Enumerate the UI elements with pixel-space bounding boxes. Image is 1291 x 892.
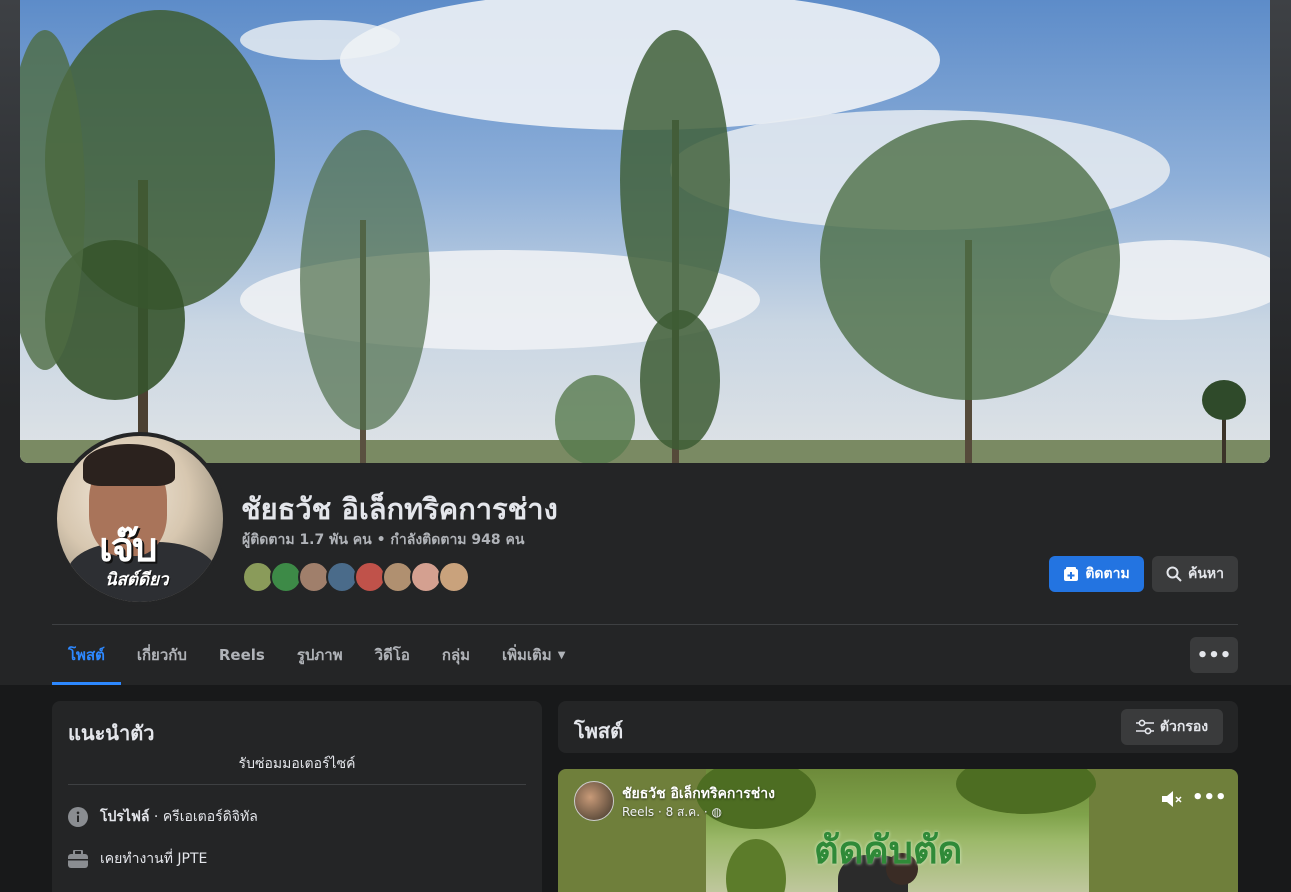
more-options-button[interactable]: ••• bbox=[1190, 637, 1238, 673]
tab-posts[interactable]: โพสต์ bbox=[52, 625, 121, 685]
posts-header-card: โพสต์ ตัวกรอง bbox=[558, 701, 1238, 753]
post-author-avatar[interactable] bbox=[574, 781, 614, 821]
post-author-name[interactable]: ชัยธวัช อิเล็กทริคการช่าง bbox=[622, 783, 775, 805]
post-meta: Reels · 8 ส.ค. · ◍ bbox=[622, 803, 722, 822]
tab-more[interactable]: เพิ่มเติม ▼ bbox=[486, 625, 581, 685]
search-button-label: ค้นหา bbox=[1187, 566, 1225, 582]
follow-plus-icon bbox=[1064, 567, 1079, 581]
globe-icon: ◍ bbox=[711, 805, 722, 819]
filter-sliders-icon bbox=[1135, 719, 1154, 735]
intro-work-text[interactable]: เคยทำงานที่ JPTE bbox=[100, 848, 207, 870]
media-bush bbox=[956, 769, 1096, 814]
reel-overlay-text: ตัดคับตัด bbox=[814, 828, 963, 872]
post-meta-text[interactable]: Reels · 8 ส.ค. · bbox=[622, 805, 711, 819]
tab-about[interactable]: เกี่ยวกับ bbox=[121, 625, 203, 685]
post-options-button[interactable]: ••• bbox=[1192, 787, 1227, 808]
tab-reels[interactable]: Reels bbox=[203, 625, 281, 685]
reel-post[interactable]: ตัดคับตัด ชัยธวัช อิเล็กทริคการช่าง Reel… bbox=[558, 769, 1238, 892]
mute-icon[interactable] bbox=[1161, 789, 1183, 809]
filter-button[interactable]: ตัวกรอง bbox=[1121, 709, 1223, 745]
media-bush bbox=[726, 839, 786, 892]
mutual-friends-avatars bbox=[242, 561, 470, 593]
briefcase-icon bbox=[68, 849, 88, 869]
intro-profile-row: โปรไฟล์ · ครีเอเตอร์ดิจิทัล bbox=[68, 806, 258, 828]
tab-groups[interactable]: กลุ่ม bbox=[426, 625, 486, 685]
intro-divider bbox=[68, 784, 526, 785]
avatar-hair bbox=[83, 444, 175, 486]
search-button[interactable]: ค้นหา bbox=[1152, 556, 1238, 592]
cover-photo[interactable] bbox=[20, 0, 1270, 463]
filter-button-label: ตัวกรอง bbox=[1159, 719, 1209, 735]
search-icon bbox=[1166, 566, 1182, 582]
intro-card: แนะนำตัว รับซ่อมมอเตอร์ไซค์ โปรไฟล์ · คร… bbox=[52, 701, 542, 892]
profile-follower-stats[interactable]: ผู้ติดตาม 1.7 พัน คน • กำลังติดตาม 948 ค… bbox=[242, 529, 524, 551]
intro-profile-label: โปรไฟล์ bbox=[100, 809, 150, 825]
intro-profile-category: · ครีเอเตอร์ดิจิทัล bbox=[149, 809, 258, 825]
friend-avatar[interactable] bbox=[438, 561, 470, 593]
follow-button-label: ติดตาม bbox=[1085, 566, 1130, 582]
intro-title: แนะนำตัว bbox=[68, 721, 155, 745]
follow-button[interactable]: ติดตาม bbox=[1049, 556, 1144, 592]
intro-bio: รับซ่อมมอเตอร์ไซค์ bbox=[238, 756, 356, 772]
avatar-logo-subtext: นิสต์ดียว bbox=[105, 570, 169, 590]
posts-title: โพสต์ bbox=[574, 719, 624, 743]
tab-photos[interactable]: รูปภาพ bbox=[281, 625, 359, 685]
tab-videos[interactable]: วิดีโอ bbox=[359, 625, 426, 685]
profile-tabs: โพสต์ เกี่ยวกับ Reels รูปภาพ วิดีโอ กลุ่… bbox=[52, 625, 581, 685]
avatar-logo-text: เจ๊บ bbox=[99, 525, 157, 571]
profile-name: ชัยธวัช อิเล็กทริคการช่าง bbox=[241, 492, 558, 526]
intro-work-row: เคยทำงานที่ JPTE bbox=[68, 848, 207, 870]
more-options-icon: ••• bbox=[1196, 644, 1232, 666]
info-icon bbox=[68, 807, 88, 827]
caret-down-icon: ▼ bbox=[557, 649, 566, 661]
profile-avatar[interactable]: เจ๊บ นิสต์ดียว bbox=[53, 432, 227, 606]
profile-avatar-image: เจ๊บ นิสต์ดียว bbox=[57, 436, 223, 602]
intro-profile-text: โปรไฟล์ · ครีเอเตอร์ดิจิทัล bbox=[100, 806, 258, 828]
cover-scenery bbox=[20, 0, 1270, 463]
